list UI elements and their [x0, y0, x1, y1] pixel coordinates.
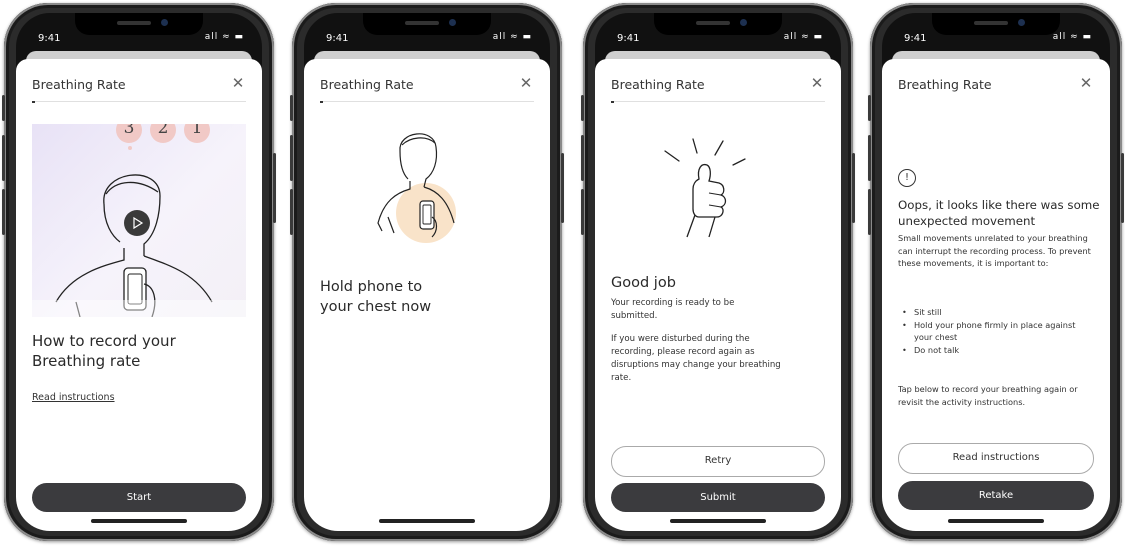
modal-title: Breathing Rate	[611, 77, 705, 92]
notch	[654, 13, 782, 35]
close-icon[interactable]: ✕	[228, 73, 248, 93]
modal-card: Breathing Rate ✕ Good job Your recording…	[595, 59, 841, 531]
retry-button[interactable]: Retry	[611, 446, 825, 477]
close-icon[interactable]: ✕	[807, 73, 827, 93]
oops-heading: Oops, it looks like there was some unexp…	[898, 198, 1100, 228]
start-button[interactable]: Start	[32, 483, 246, 512]
progress-indicator	[611, 101, 614, 103]
modal-card: Breathing Rate ✕ ! Oops, it looks like t…	[882, 59, 1110, 531]
retake-button[interactable]: Retake	[898, 481, 1094, 510]
modal-title: Breathing Rate	[898, 77, 992, 92]
movement-explanation: Small movements unrelated to your breath…	[898, 233, 1091, 268]
tips-list: Sit still Hold your phone firmly in plac…	[898, 306, 1096, 356]
tip-item: Do not talk	[902, 344, 1096, 357]
modal-card: Breathing Rate ✕ 3 2 1 How to record you…	[16, 59, 262, 531]
close-icon[interactable]: ✕	[1076, 73, 1096, 93]
home-indicator	[948, 519, 1044, 523]
alert-icon: !	[898, 169, 916, 187]
tutorial-video[interactable]: 3 2 1	[32, 124, 246, 317]
status-time: 9:41	[904, 33, 927, 44]
status-time: 9:41	[617, 33, 640, 44]
modal-title: Breathing Rate	[32, 77, 126, 92]
read-instructions-button[interactable]: Read instructions	[898, 443, 1094, 474]
heading-line1: How to record your	[32, 332, 176, 350]
read-instructions-link[interactable]: Read instructions	[32, 392, 115, 403]
tip-item: Hold your phone firmly in place against …	[902, 319, 1096, 344]
notch	[75, 13, 203, 35]
modal-card: Breathing Rate ✕ Hold phone to your ches…	[304, 59, 550, 531]
phone-on-chest-illustration	[377, 133, 456, 243]
phone-frame-3: 9:41 all ≈ ▬ Breathing Rate ✕ Good job Y…	[581, 3, 855, 541]
heading-line2: your chest now	[320, 299, 432, 315]
signal-wifi-battery-icon: all ≈ ▬	[783, 32, 823, 42]
heading-line2: Breathing rate	[32, 352, 141, 370]
signal-wifi-battery-icon: all ≈ ▬	[492, 32, 532, 42]
phone-screen: 9:41 all ≈ ▬ Breathing Rate ✕ Hold phone…	[304, 13, 550, 531]
heading-line1: Hold phone to	[320, 279, 423, 295]
phone-screen: 9:41 all ≈ ▬ Breathing Rate ✕ Good job Y…	[595, 13, 841, 531]
phone-screen: 9:41 all ≈ ▬ Breathing Rate ✕ 3 2 1 How …	[16, 13, 262, 531]
thumbs-up-icon	[664, 138, 746, 238]
phone-frame-2: 9:41 all ≈ ▬ Breathing Rate ✕ Hold phone…	[290, 3, 564, 541]
phone-screen: 9:41 all ≈ ▬ Breathing Rate ✕ ! Oops, it…	[882, 13, 1110, 531]
progress-indicator	[32, 101, 35, 103]
ready-message: Your recording is ready to be submitted.	[611, 298, 735, 321]
modal-title: Breathing Rate	[320, 77, 414, 92]
signal-wifi-battery-icon: all ≈ ▬	[204, 32, 244, 42]
submit-button[interactable]: Submit	[611, 483, 825, 512]
signal-wifi-battery-icon: all ≈ ▬	[1052, 32, 1092, 42]
good-job-heading: Good job	[611, 275, 676, 291]
close-icon[interactable]: ✕	[516, 73, 536, 93]
disturbed-message: If you were disturbed during the recordi…	[611, 334, 781, 383]
retake-instructions: Tap below to record your breathing again…	[898, 384, 1078, 407]
home-indicator	[670, 519, 766, 523]
home-indicator	[91, 519, 187, 523]
home-indicator	[379, 519, 475, 523]
tip-item: Sit still	[902, 306, 1096, 319]
status-time: 9:41	[326, 33, 349, 44]
notch	[363, 13, 491, 35]
progress-indicator	[320, 101, 323, 103]
notch	[932, 13, 1060, 35]
status-time: 9:41	[38, 33, 61, 44]
phone-frame-4: 9:41 all ≈ ▬ Breathing Rate ✕ ! Oops, it…	[868, 3, 1124, 541]
phone-frame-1: 9:41 all ≈ ▬ Breathing Rate ✕ 3 2 1 How …	[2, 3, 276, 541]
play-icon[interactable]	[124, 210, 150, 236]
